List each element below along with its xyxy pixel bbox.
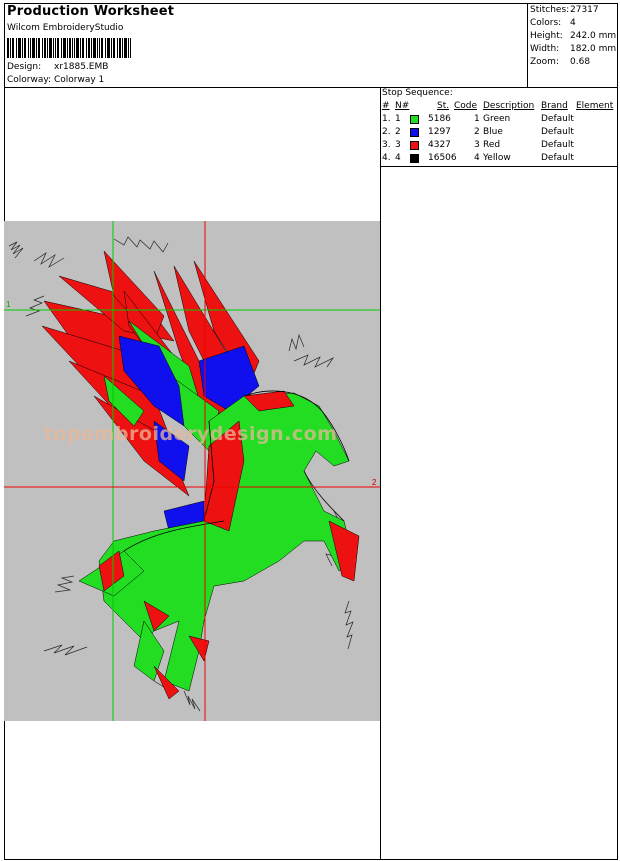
color-swatch xyxy=(410,128,419,137)
sequence-bottom-divider xyxy=(380,166,618,167)
sequence-cell-description: Red xyxy=(483,140,501,150)
stat-colors: Colors: 4 xyxy=(530,18,576,28)
sequence-cell-brand: Default xyxy=(541,140,574,150)
header-num: # xyxy=(382,101,390,111)
sequence-cell-num: 1. xyxy=(382,114,391,124)
color-swatch xyxy=(410,141,419,150)
sequence-cell-code: 2 xyxy=(474,127,480,137)
stat-zoom: Zoom: 0.68 xyxy=(530,57,591,67)
stat-stitches: Stitches:27317 xyxy=(530,5,599,15)
stat-width: Width: 182.0 mm xyxy=(530,44,617,54)
software-name: Wilcom EmbroideryStudio xyxy=(7,23,124,33)
marker-1: 1 xyxy=(6,300,11,309)
header-code: Code xyxy=(454,101,478,111)
header-description: Description xyxy=(483,101,535,111)
sequence-cell-brand: Default xyxy=(541,114,574,124)
design-preview: 1 2 xyxy=(4,221,380,721)
sequence-cell-brand: Default xyxy=(541,127,574,137)
stats-divider xyxy=(527,3,528,87)
sequence-cell-code: 3 xyxy=(474,140,480,150)
sequence-cell-code: 1 xyxy=(474,114,480,124)
header-st: St. xyxy=(437,101,450,111)
header-n: N# xyxy=(395,101,410,111)
marker-2: 2 xyxy=(372,478,377,487)
sequence-cell-n: 2 xyxy=(395,127,401,137)
header-element: Element xyxy=(576,101,614,111)
colorway-label: Colorway: xyxy=(7,75,52,85)
design-label: Design: xyxy=(7,62,42,72)
sequence-cell-description: Yellow xyxy=(483,153,511,163)
sequence-cell-code: 4 xyxy=(474,153,480,163)
header-brand: Brand xyxy=(541,101,568,111)
page-title: Production Worksheet xyxy=(7,4,175,19)
sequence-cell-st: 4327 xyxy=(428,140,451,150)
watermark: topembroiderydesign.com xyxy=(44,423,338,445)
colorway-value: Colorway 1 xyxy=(54,75,105,85)
sequence-cell-description: Blue xyxy=(483,127,503,137)
color-swatch xyxy=(410,154,419,163)
sequence-cell-num: 2. xyxy=(382,127,391,137)
sequence-cell-st: 16506 xyxy=(428,153,457,163)
sequence-cell-n: 1 xyxy=(395,114,401,124)
sequence-cell-n: 4 xyxy=(395,153,401,163)
design-value: xr1885.EMB xyxy=(54,62,109,72)
sequence-cell-n: 3 xyxy=(395,140,401,150)
sequence-cell-num: 4. xyxy=(382,153,391,163)
sequence-cell-num: 3. xyxy=(382,140,391,150)
color-swatch xyxy=(410,115,419,124)
header-divider xyxy=(4,87,618,88)
stat-height: Height: 242.0 mm xyxy=(530,31,617,41)
sequence-cell-description: Green xyxy=(483,114,511,124)
sequence-cell-st: 1297 xyxy=(428,127,451,137)
barcode xyxy=(7,38,131,58)
sequence-title: Stop Sequence: xyxy=(382,88,453,98)
sequence-cell-st: 5186 xyxy=(428,114,451,124)
body-divider xyxy=(380,87,381,860)
sequence-cell-brand: Default xyxy=(541,153,574,163)
